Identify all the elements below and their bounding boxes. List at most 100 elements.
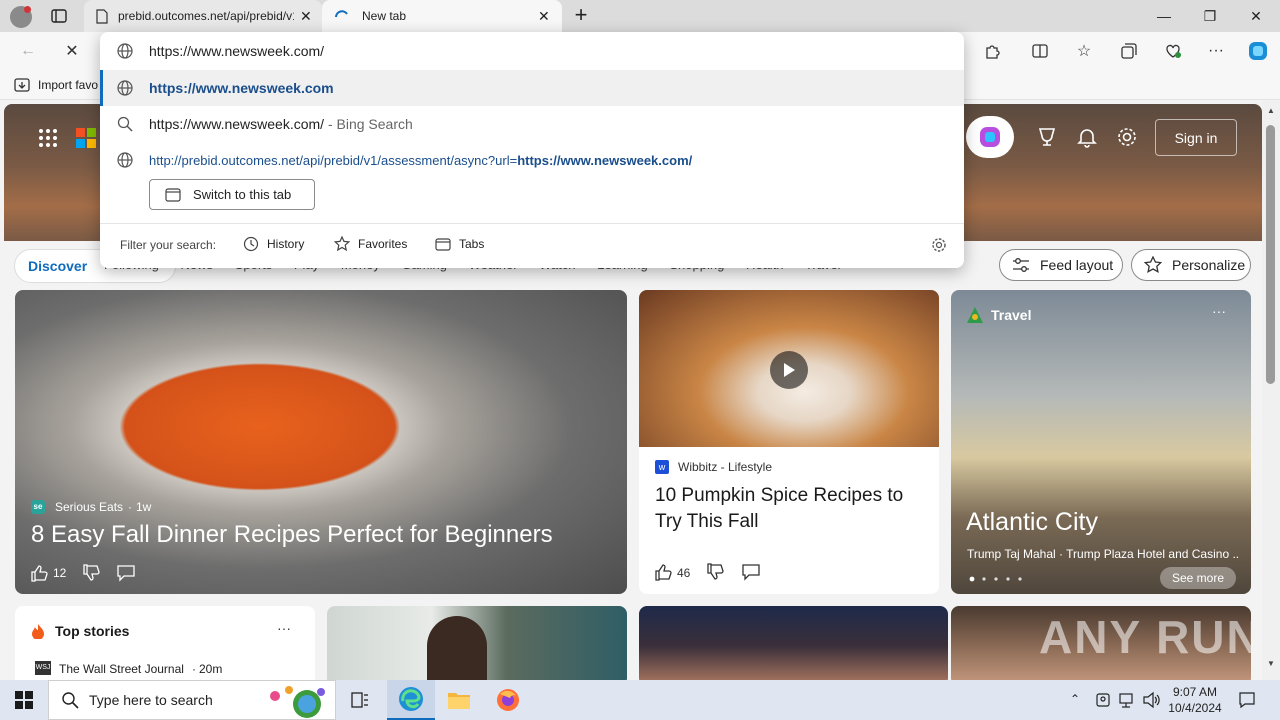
browser-essentials-icon[interactable] <box>1161 39 1185 63</box>
tab-bar: prebid.outcomes.net/api/prebid/v1/assess… <box>0 0 1280 32</box>
globe-icon <box>117 80 133 96</box>
favorites-star-icon[interactable]: ☆ <box>1072 39 1096 63</box>
dislike-icon[interactable] <box>82 564 100 582</box>
stop-loading-icon[interactable]: ✕ <box>60 39 84 63</box>
minimize-button[interactable]: — <box>1141 0 1187 32</box>
personalize-star-icon <box>1144 256 1162 274</box>
suggestion-search[interactable]: https://www.newsweek.com/ - Bing Search <box>100 106 964 142</box>
app-launcher-icon[interactable] <box>38 128 58 148</box>
switch-to-tab-button[interactable]: Switch to this tab <box>149 179 315 210</box>
more-options-icon[interactable]: ··· <box>1212 303 1226 319</box>
featured-article-card[interactable]: se Serious Eats · 1w 8 Easy Fall Dinner … <box>15 290 627 594</box>
feed-layout-button[interactable]: Feed layout <box>999 249 1123 281</box>
address-input-row[interactable]: https://www.newsweek.com/ <box>100 33 964 69</box>
travel-card[interactable]: Travel ··· Atlantic City Trump Taj Mahal… <box>951 290 1251 594</box>
meet-now-icon[interactable] <box>1095 691 1111 709</box>
more-options-icon[interactable]: ··· <box>277 620 291 636</box>
sliders-icon <box>1012 257 1030 273</box>
volume-icon[interactable] <box>1142 691 1160 709</box>
import-favorites-link[interactable]: Import favo <box>38 78 98 92</box>
portrait-article-card[interactable] <box>327 606 627 680</box>
history-icon <box>243 236 259 252</box>
like-count: 12 <box>53 566 67 580</box>
taskbar-search-box[interactable]: Type here to search <box>48 680 336 720</box>
filter-history[interactable]: History <box>243 236 304 252</box>
page-scrollbar[interactable]: ▲ ▼ <box>1262 101 1280 680</box>
start-button[interactable] <box>0 680 48 720</box>
clock-date: 10/4/2024 <box>1168 701 1222 715</box>
tab-new-tab[interactable]: New tab ✕ <box>322 0 562 32</box>
windows-logo-icon <box>15 691 33 709</box>
microsoft-logo[interactable] <box>76 128 96 148</box>
article-age: 1w <box>136 500 152 514</box>
personalize-button[interactable]: Personalize <box>1131 249 1251 281</box>
system-clock[interactable]: 9:07 AM 10/4/2024 <box>1164 684 1226 716</box>
play-video-icon[interactable] <box>770 351 808 389</box>
article-title[interactable]: 10 Pumpkin Spice Recipes to Try This Fal… <box>655 483 931 535</box>
task-view-icon[interactable] <box>336 680 384 720</box>
close-window-button[interactable]: ✕ <box>1233 0 1279 32</box>
profile-avatar[interactable] <box>10 6 32 28</box>
search-settings-gear-icon[interactable] <box>931 237 947 253</box>
tab-prebid[interactable]: prebid.outcomes.net/api/prebid/v1/assess… <box>84 0 322 32</box>
suggestion-url: https://www.newsweek.com <box>149 80 334 96</box>
address-input[interactable]: https://www.newsweek.com/ <box>149 43 324 59</box>
sign-in-button[interactable]: Sign in <box>1155 119 1237 156</box>
like-count: 46 <box>677 566 691 580</box>
rewards-icon[interactable] <box>1036 126 1058 148</box>
search-icon <box>117 116 133 132</box>
comment-icon[interactable] <box>117 564 135 582</box>
suggestion-selected[interactable]: https://www.newsweek.com <box>100 70 964 106</box>
back-arrow-icon[interactable]: ← <box>16 39 40 63</box>
pumpkin-article-card[interactable]: w Wibbitz - Lifestyle 10 Pumpkin Spice R… <box>639 290 939 594</box>
scroll-up-arrow-icon[interactable]: ▲ <box>1267 106 1275 115</box>
more-options-icon[interactable]: ··· <box>1204 39 1228 63</box>
close-tab-icon[interactable]: ✕ <box>300 8 312 25</box>
tab-actions-icon[interactable] <box>50 7 68 25</box>
settings-gear-icon[interactable] <box>1116 126 1138 148</box>
network-icon[interactable] <box>1118 692 1136 708</box>
article-title[interactable]: 8 Easy Fall Dinner Recipes Perfect for B… <box>31 521 553 549</box>
filter-label: Filter your search: <box>120 238 217 252</box>
show-hidden-icons-chevron-icon[interactable]: ⌃ <box>1070 692 1080 706</box>
see-more-button[interactable]: See more <box>1160 567 1236 589</box>
destination-title[interactable]: Atlantic City <box>966 508 1098 537</box>
suggestion-url-match: https://www.newsweek.com/ <box>517 152 693 168</box>
copilot-icon <box>980 127 1000 147</box>
taskbar-file-explorer[interactable] <box>435 680 483 720</box>
personalize-label: Personalize <box>1172 257 1246 273</box>
comment-icon[interactable] <box>742 563 760 581</box>
feed-layout-label: Feed layout <box>1040 257 1114 273</box>
suggestion-open-tab[interactable]: http://prebid.outcomes.net/api/prebid/v1… <box>100 142 964 178</box>
extensions-icon[interactable] <box>980 39 1004 63</box>
split-screen-icon[interactable] <box>1028 39 1052 63</box>
suggestion-url-prefix: http://prebid.outcomes.net/api/prebid/v1… <box>149 152 518 168</box>
carousel-dots[interactable] <box>969 576 1029 582</box>
article-source: Wibbitz - Lifestyle <box>678 460 773 474</box>
top-stories-title: Top stories <box>55 623 130 639</box>
copilot-button[interactable] <box>966 116 1014 158</box>
new-tab-button[interactable]: + <box>570 4 592 27</box>
like-icon[interactable] <box>654 563 672 581</box>
dislike-icon[interactable] <box>706 563 724 581</box>
notification-center-icon[interactable] <box>1238 691 1256 709</box>
collections-icon[interactable] <box>1117 39 1141 63</box>
taskbar-edge[interactable] <box>387 680 435 720</box>
loading-icon <box>334 8 350 24</box>
close-tab-icon[interactable]: ✕ <box>538 8 550 25</box>
suggestion-query: https://www.newsweek.com/ <box>149 116 325 132</box>
edge-icon <box>399 687 423 711</box>
taskbar-firefox[interactable] <box>484 680 532 720</box>
filter-tabs[interactable]: Tabs <box>435 236 484 252</box>
scrollbar-thumb[interactable] <box>1266 125 1275 384</box>
page-icon <box>96 8 108 24</box>
filter-favorites[interactable]: Favorites <box>334 236 407 252</box>
news-image-card-2[interactable]: ANY RUN <box>951 606 1251 680</box>
scroll-down-arrow-icon[interactable]: ▼ <box>1267 659 1275 668</box>
travel-icon <box>965 305 985 325</box>
news-image-card[interactable] <box>639 606 948 680</box>
notifications-bell-icon[interactable] <box>1076 126 1098 148</box>
copilot-icon[interactable] <box>1246 39 1270 63</box>
restore-button[interactable]: ❐ <box>1187 0 1233 32</box>
like-icon[interactable] <box>30 564 48 582</box>
